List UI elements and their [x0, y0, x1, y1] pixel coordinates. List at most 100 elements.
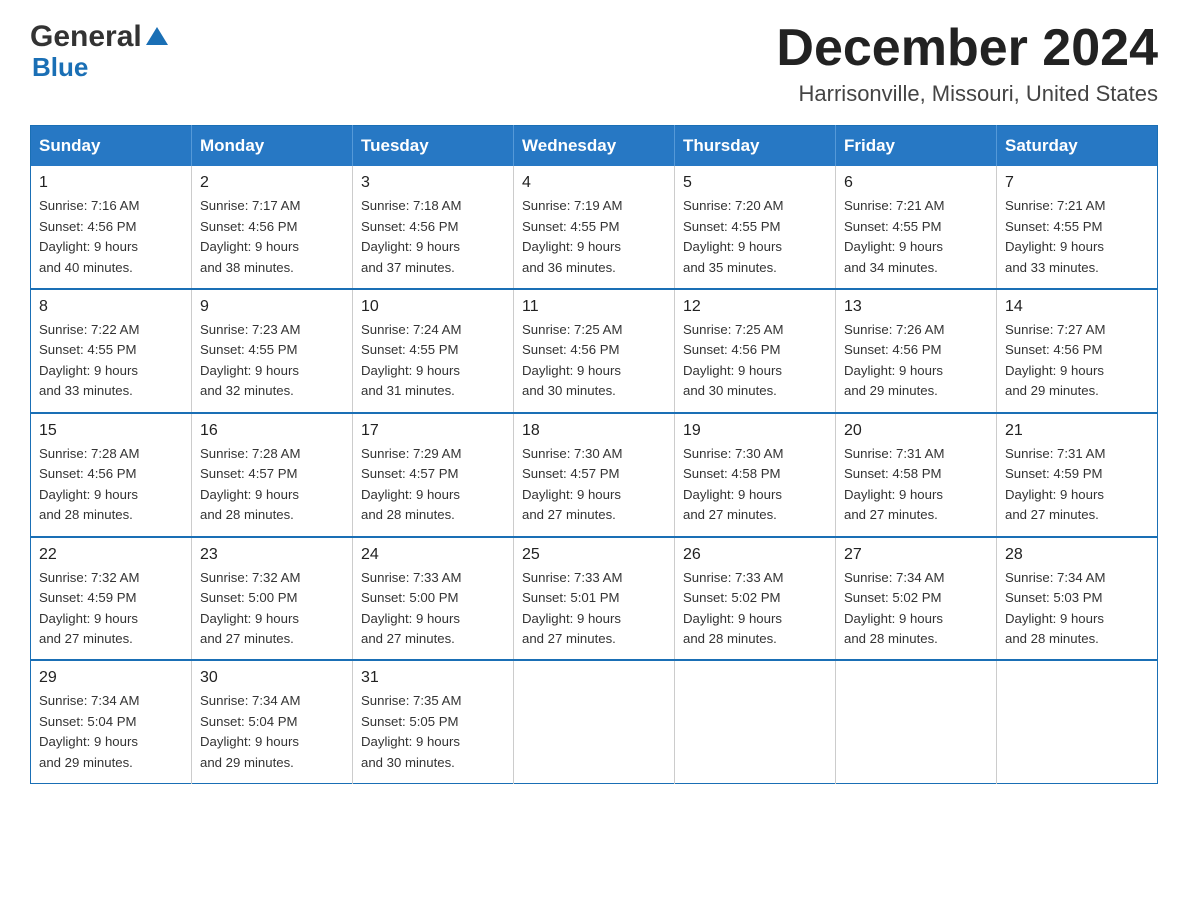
logo-blue-text: Blue	[32, 52, 88, 83]
day-cell-22: 22 Sunrise: 7:32 AM Sunset: 4:59 PM Dayl…	[31, 537, 192, 661]
day-info: Sunrise: 7:28 AM Sunset: 4:57 PM Dayligh…	[200, 444, 344, 526]
day-number: 27	[844, 546, 988, 564]
day-number: 21	[1005, 422, 1149, 440]
day-info: Sunrise: 7:24 AM Sunset: 4:55 PM Dayligh…	[361, 320, 505, 402]
day-info: Sunrise: 7:31 AM Sunset: 4:58 PM Dayligh…	[844, 444, 988, 526]
day-cell-10: 10 Sunrise: 7:24 AM Sunset: 4:55 PM Dayl…	[353, 289, 514, 413]
day-cell-6: 6 Sunrise: 7:21 AM Sunset: 4:55 PM Dayli…	[836, 166, 997, 289]
day-info: Sunrise: 7:21 AM Sunset: 4:55 PM Dayligh…	[844, 196, 988, 278]
day-cell-19: 19 Sunrise: 7:30 AM Sunset: 4:58 PM Dayl…	[675, 413, 836, 537]
day-info: Sunrise: 7:33 AM Sunset: 5:02 PM Dayligh…	[683, 568, 827, 650]
day-info: Sunrise: 7:21 AM Sunset: 4:55 PM Dayligh…	[1005, 196, 1149, 278]
day-info: Sunrise: 7:33 AM Sunset: 5:01 PM Dayligh…	[522, 568, 666, 650]
header-friday: Friday	[836, 126, 997, 167]
day-cell-17: 17 Sunrise: 7:29 AM Sunset: 4:57 PM Dayl…	[353, 413, 514, 537]
day-number: 22	[39, 546, 183, 564]
day-cell-16: 16 Sunrise: 7:28 AM Sunset: 4:57 PM Dayl…	[192, 413, 353, 537]
day-number: 4	[522, 174, 666, 192]
day-cell-1: 1 Sunrise: 7:16 AM Sunset: 4:56 PM Dayli…	[31, 166, 192, 289]
day-cell-13: 13 Sunrise: 7:26 AM Sunset: 4:56 PM Dayl…	[836, 289, 997, 413]
day-info: Sunrise: 7:28 AM Sunset: 4:56 PM Dayligh…	[39, 444, 183, 526]
week-row-4: 22 Sunrise: 7:32 AM Sunset: 4:59 PM Dayl…	[31, 537, 1158, 661]
day-number: 24	[361, 546, 505, 564]
day-cell-14: 14 Sunrise: 7:27 AM Sunset: 4:56 PM Dayl…	[997, 289, 1158, 413]
day-cell-2: 2 Sunrise: 7:17 AM Sunset: 4:56 PM Dayli…	[192, 166, 353, 289]
empty-cell-w4-6	[997, 660, 1158, 783]
logo-general-text: General	[30, 20, 142, 54]
day-number: 16	[200, 422, 344, 440]
day-cell-21: 21 Sunrise: 7:31 AM Sunset: 4:59 PM Dayl…	[997, 413, 1158, 537]
day-number: 15	[39, 422, 183, 440]
day-info: Sunrise: 7:27 AM Sunset: 4:56 PM Dayligh…	[1005, 320, 1149, 402]
day-number: 31	[361, 669, 505, 687]
header-thursday: Thursday	[675, 126, 836, 167]
header: General Blue December 2024 Harrisonville…	[30, 20, 1158, 107]
day-info: Sunrise: 7:34 AM Sunset: 5:04 PM Dayligh…	[39, 691, 183, 773]
day-info: Sunrise: 7:29 AM Sunset: 4:57 PM Dayligh…	[361, 444, 505, 526]
day-info: Sunrise: 7:20 AM Sunset: 4:55 PM Dayligh…	[683, 196, 827, 278]
day-cell-24: 24 Sunrise: 7:33 AM Sunset: 5:00 PM Dayl…	[353, 537, 514, 661]
day-cell-28: 28 Sunrise: 7:34 AM Sunset: 5:03 PM Dayl…	[997, 537, 1158, 661]
day-number: 7	[1005, 174, 1149, 192]
day-info: Sunrise: 7:32 AM Sunset: 5:00 PM Dayligh…	[200, 568, 344, 650]
day-number: 13	[844, 298, 988, 316]
header-saturday: Saturday	[997, 126, 1158, 167]
day-info: Sunrise: 7:17 AM Sunset: 4:56 PM Dayligh…	[200, 196, 344, 278]
empty-cell-w4-5	[836, 660, 997, 783]
day-number: 11	[522, 298, 666, 316]
week-row-1: 1 Sunrise: 7:16 AM Sunset: 4:56 PM Dayli…	[31, 166, 1158, 289]
day-cell-11: 11 Sunrise: 7:25 AM Sunset: 4:56 PM Dayl…	[514, 289, 675, 413]
day-info: Sunrise: 7:30 AM Sunset: 4:58 PM Dayligh…	[683, 444, 827, 526]
day-number: 30	[200, 669, 344, 687]
day-info: Sunrise: 7:33 AM Sunset: 5:00 PM Dayligh…	[361, 568, 505, 650]
day-info: Sunrise: 7:30 AM Sunset: 4:57 PM Dayligh…	[522, 444, 666, 526]
day-info: Sunrise: 7:31 AM Sunset: 4:59 PM Dayligh…	[1005, 444, 1149, 526]
day-number: 28	[1005, 546, 1149, 564]
week-row-2: 8 Sunrise: 7:22 AM Sunset: 4:55 PM Dayli…	[31, 289, 1158, 413]
day-cell-7: 7 Sunrise: 7:21 AM Sunset: 4:55 PM Dayli…	[997, 166, 1158, 289]
day-number: 9	[200, 298, 344, 316]
day-info: Sunrise: 7:32 AM Sunset: 4:59 PM Dayligh…	[39, 568, 183, 650]
day-number: 26	[683, 546, 827, 564]
day-info: Sunrise: 7:34 AM Sunset: 5:02 PM Dayligh…	[844, 568, 988, 650]
header-sunday: Sunday	[31, 126, 192, 167]
calendar-header-row: SundayMondayTuesdayWednesdayThursdayFrid…	[31, 126, 1158, 167]
day-cell-26: 26 Sunrise: 7:33 AM Sunset: 5:02 PM Dayl…	[675, 537, 836, 661]
calendar-table: SundayMondayTuesdayWednesdayThursdayFrid…	[30, 125, 1158, 784]
day-cell-15: 15 Sunrise: 7:28 AM Sunset: 4:56 PM Dayl…	[31, 413, 192, 537]
day-number: 20	[844, 422, 988, 440]
day-cell-25: 25 Sunrise: 7:33 AM Sunset: 5:01 PM Dayl…	[514, 537, 675, 661]
day-info: Sunrise: 7:16 AM Sunset: 4:56 PM Dayligh…	[39, 196, 183, 278]
page-subtitle: Harrisonville, Missouri, United States	[776, 81, 1158, 107]
day-cell-5: 5 Sunrise: 7:20 AM Sunset: 4:55 PM Dayli…	[675, 166, 836, 289]
logo-triangle-icon	[146, 25, 168, 52]
day-cell-3: 3 Sunrise: 7:18 AM Sunset: 4:56 PM Dayli…	[353, 166, 514, 289]
day-cell-12: 12 Sunrise: 7:25 AM Sunset: 4:56 PM Dayl…	[675, 289, 836, 413]
day-info: Sunrise: 7:23 AM Sunset: 4:55 PM Dayligh…	[200, 320, 344, 402]
day-cell-29: 29 Sunrise: 7:34 AM Sunset: 5:04 PM Dayl…	[31, 660, 192, 783]
day-number: 19	[683, 422, 827, 440]
day-cell-27: 27 Sunrise: 7:34 AM Sunset: 5:02 PM Dayl…	[836, 537, 997, 661]
empty-cell-w4-3	[514, 660, 675, 783]
logo: General Blue	[30, 20, 168, 83]
day-info: Sunrise: 7:34 AM Sunset: 5:03 PM Dayligh…	[1005, 568, 1149, 650]
day-number: 14	[1005, 298, 1149, 316]
day-info: Sunrise: 7:34 AM Sunset: 5:04 PM Dayligh…	[200, 691, 344, 773]
day-number: 18	[522, 422, 666, 440]
header-monday: Monday	[192, 126, 353, 167]
page-title: December 2024	[776, 20, 1158, 77]
day-info: Sunrise: 7:25 AM Sunset: 4:56 PM Dayligh…	[683, 320, 827, 402]
day-cell-20: 20 Sunrise: 7:31 AM Sunset: 4:58 PM Dayl…	[836, 413, 997, 537]
day-info: Sunrise: 7:22 AM Sunset: 4:55 PM Dayligh…	[39, 320, 183, 402]
day-info: Sunrise: 7:26 AM Sunset: 4:56 PM Dayligh…	[844, 320, 988, 402]
day-number: 6	[844, 174, 988, 192]
day-info: Sunrise: 7:35 AM Sunset: 5:05 PM Dayligh…	[361, 691, 505, 773]
day-cell-4: 4 Sunrise: 7:19 AM Sunset: 4:55 PM Dayli…	[514, 166, 675, 289]
day-cell-9: 9 Sunrise: 7:23 AM Sunset: 4:55 PM Dayli…	[192, 289, 353, 413]
day-number: 17	[361, 422, 505, 440]
day-cell-30: 30 Sunrise: 7:34 AM Sunset: 5:04 PM Dayl…	[192, 660, 353, 783]
day-number: 10	[361, 298, 505, 316]
day-info: Sunrise: 7:18 AM Sunset: 4:56 PM Dayligh…	[361, 196, 505, 278]
day-cell-8: 8 Sunrise: 7:22 AM Sunset: 4:55 PM Dayli…	[31, 289, 192, 413]
day-number: 5	[683, 174, 827, 192]
